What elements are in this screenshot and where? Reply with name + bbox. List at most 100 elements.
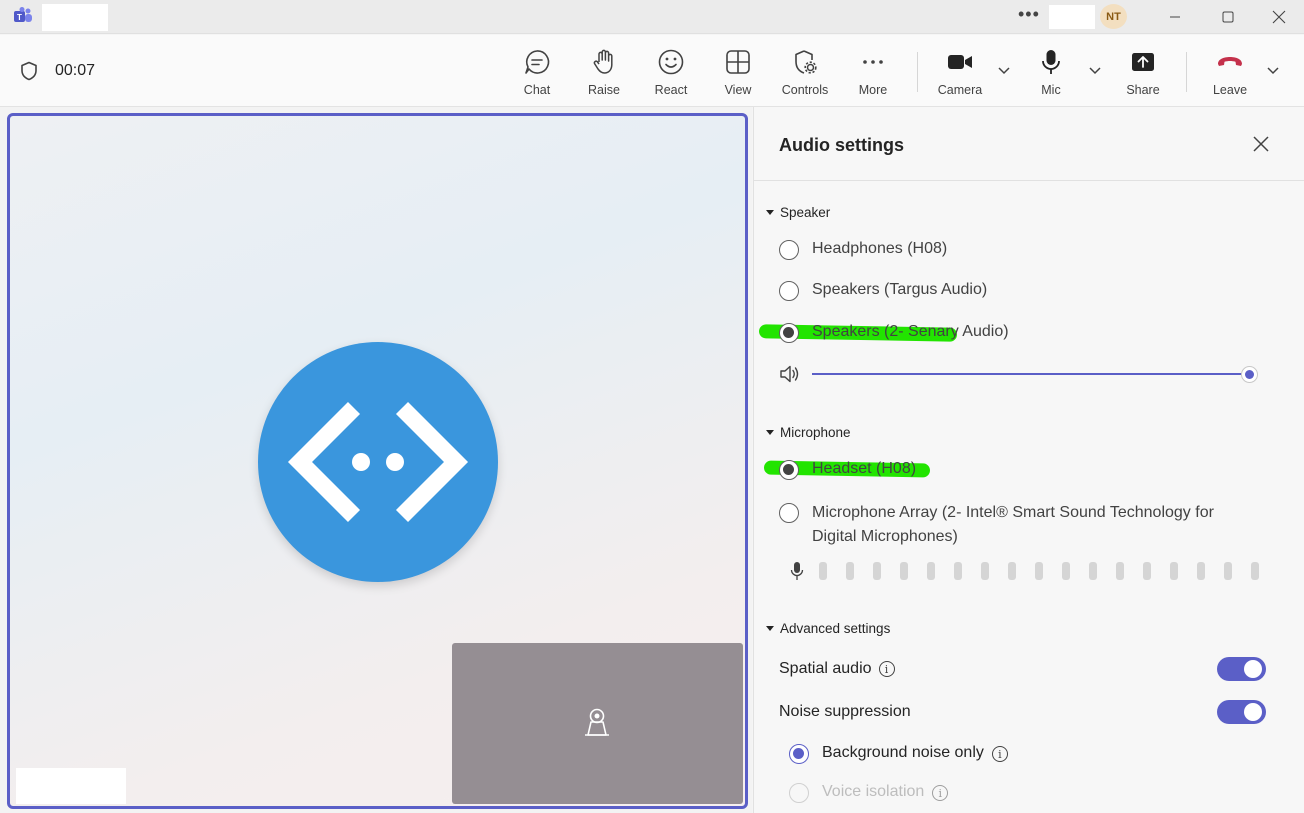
camera-off-icon <box>585 708 609 736</box>
call-timer: 00:07 <box>55 62 96 79</box>
radio-button-selected[interactable] <box>779 323 799 343</box>
share-label: Share <box>1126 83 1160 97</box>
more-button[interactable]: More <box>843 47 903 97</box>
info-icon[interactable]: i <box>991 746 1008 762</box>
close-window-button[interactable] <box>1256 0 1302 34</box>
noise-suppression-setting: Noise suppression <box>779 703 911 721</box>
mic-options-chevron-icon[interactable] <box>1088 65 1102 75</box>
leave-options-chevron-icon[interactable] <box>1266 65 1280 75</box>
svg-text:T: T <box>17 13 22 22</box>
raise-label: Raise <box>588 83 620 97</box>
volume-slider-track[interactable] <box>812 373 1250 375</box>
controls-button[interactable]: Controls <box>775 47 835 97</box>
collapse-caret-icon <box>766 210 774 215</box>
bot-avatar <box>258 342 498 582</box>
share-tray-icon <box>1132 53 1154 71</box>
audio-settings-panel: Audio settings Speaker Headphones (H08) … <box>753 107 1304 813</box>
microphone-heading: Microphone <box>780 425 851 440</box>
noise-suppression-toggle[interactable] <box>1217 700 1266 724</box>
speaker-option-label: Speakers (2- Senary Audio) <box>812 323 1009 340</box>
react-label: React <box>654 83 688 97</box>
mic-option-label-line2: Digital Microphones) <box>812 528 958 545</box>
speaker-option-label: Headphones (H08) <box>812 240 948 257</box>
advanced-section-header[interactable]: Advanced settings <box>766 621 890 636</box>
leave-label: Leave <box>1212 83 1248 97</box>
hang-up-icon <box>1218 57 1242 66</box>
radio-button[interactable] <box>779 281 799 301</box>
panel-divider <box>754 180 1304 181</box>
title-bar: T ••• NT <box>0 0 1304 34</box>
avatar[interactable]: NT <box>1100 4 1127 29</box>
hand-icon <box>593 49 613 74</box>
share-button[interactable]: Share <box>1113 47 1173 97</box>
profile-name <box>1049 5 1095 29</box>
shield-icon <box>21 61 37 81</box>
toolbar-divider <box>1186 52 1187 92</box>
speaker-option-senary[interactable]: Speakers (2- Senary Audio) <box>779 323 1009 343</box>
chat-label: Chat <box>523 83 551 97</box>
speaker-volume-icon <box>780 365 799 383</box>
camera-icon <box>948 55 972 69</box>
more-label: More <box>858 83 888 97</box>
self-view-tile[interactable] <box>452 643 743 804</box>
close-panel-icon[interactable] <box>1252 135 1270 153</box>
speaker-section-header[interactable]: Speaker <box>766 205 830 220</box>
teams-logo-icon: T <box>14 7 32 22</box>
leave-button[interactable]: Leave <box>1200 47 1260 97</box>
view-label: View <box>724 83 752 97</box>
mic-button[interactable]: Mic <box>1021 47 1081 97</box>
maximize-button[interactable] <box>1205 0 1251 34</box>
chat-button[interactable]: Chat <box>507 47 567 97</box>
radio-button-selected[interactable] <box>789 744 809 764</box>
speaker-option-label: Speakers (Targus Audio) <box>812 281 988 298</box>
mic-option-array[interactable]: Microphone Array (2- Intel® Smart Sound … <box>779 501 1214 549</box>
mic-option-label: Headset (H08) <box>812 460 917 477</box>
view-button[interactable]: View <box>708 47 768 97</box>
mic-label: Mic <box>1041 83 1061 97</box>
mic-option-label: Microphone Array (2- Intel® Smart Sound … <box>812 501 1214 549</box>
info-icon[interactable]: i <box>932 785 949 801</box>
info-icon[interactable]: i <box>878 661 895 677</box>
microphone-section-header[interactable]: Microphone <box>766 425 851 440</box>
noise-option-label: Background noise only <box>822 744 984 761</box>
code-bot-icon <box>287 401 469 523</box>
noise-option-voice-isolation: Voice isolation i <box>789 783 949 803</box>
radio-button[interactable] <box>779 240 799 260</box>
toolbar-divider <box>917 52 918 92</box>
maximize-icon <box>1222 11 1234 23</box>
speaker-heading: Speaker <box>780 205 831 220</box>
more-options-button[interactable]: ••• <box>1018 4 1040 25</box>
collapse-caret-icon <box>766 430 774 435</box>
mic-option-label-line1: Microphone Array (2- Intel® Smart Sound … <box>812 504 1214 521</box>
close-icon <box>1272 10 1286 24</box>
more-dots-icon <box>863 60 883 64</box>
radio-button[interactable] <box>779 503 799 523</box>
meeting-stage <box>0 107 752 813</box>
advanced-heading: Advanced settings <box>780 621 891 636</box>
minimize-button[interactable] <box>1152 0 1198 34</box>
mic-level-icon <box>790 562 804 580</box>
participant-video-tile[interactable] <box>7 113 748 809</box>
camera-options-chevron-icon[interactable] <box>997 65 1011 75</box>
window-title <box>42 4 108 31</box>
radio-button-disabled <box>789 783 809 803</box>
chat-icon <box>525 50 550 74</box>
noise-option-background[interactable]: Background noise only i <box>789 744 1008 764</box>
noise-suppression-label: Noise suppression <box>779 703 911 720</box>
microphone-icon <box>1042 50 1060 74</box>
raise-hand-button[interactable]: Raise <box>574 47 634 97</box>
mic-option-headset[interactable]: Headset (H08) <box>779 460 916 480</box>
mic-level-meter <box>819 562 1259 580</box>
speaker-option-headphones[interactable]: Headphones (H08) <box>779 240 947 260</box>
volume-slider-thumb[interactable] <box>1241 366 1258 383</box>
grid-view-icon <box>726 50 750 74</box>
radio-button-selected[interactable] <box>779 460 799 480</box>
spatial-audio-toggle[interactable] <box>1217 657 1266 681</box>
collapse-caret-icon <box>766 626 774 631</box>
minimize-icon <box>1170 16 1180 18</box>
speaker-option-targus[interactable]: Speakers (Targus Audio) <box>779 281 987 301</box>
react-button[interactable]: React <box>641 47 701 97</box>
camera-button[interactable]: Camera <box>930 47 990 97</box>
controls-label: Controls <box>781 83 829 97</box>
panel-title: Audio settings <box>779 135 904 155</box>
